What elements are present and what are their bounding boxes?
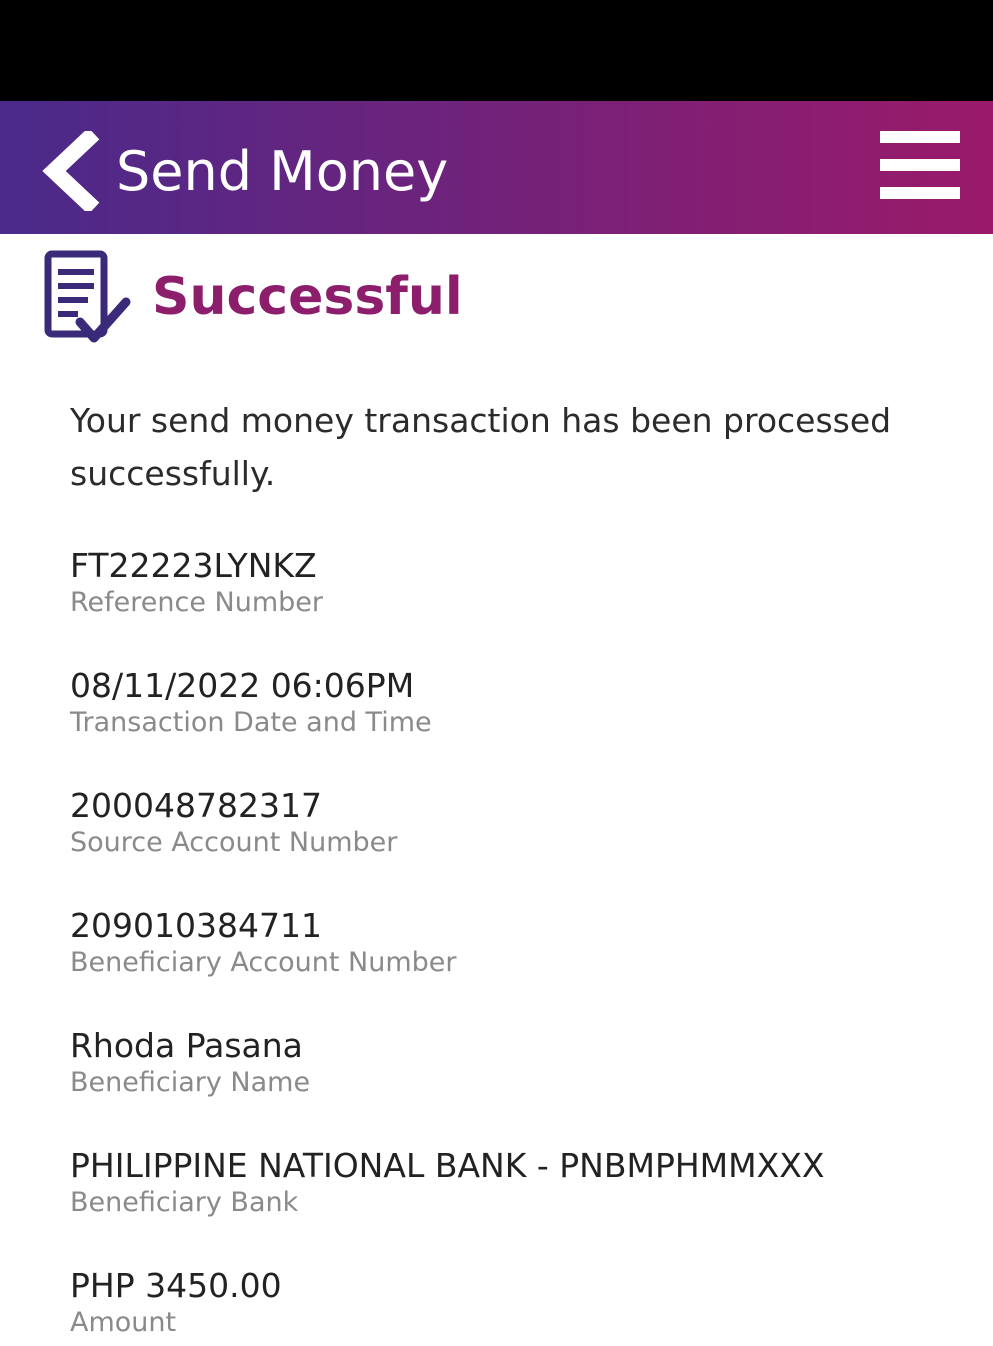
detail-label: Beneficiary Bank: [70, 1187, 299, 1218]
back-button[interactable]: [36, 127, 102, 215]
detail-beneficiary-bank: PHILIPPINE NATIONAL BANK - PNBMPHMMXXX B…: [70, 1146, 950, 1220]
menu-button[interactable]: [872, 127, 968, 205]
page-title: Send Money: [116, 140, 449, 203]
detail-amount: PHP 3450.00 Amount: [70, 1266, 950, 1340]
detail-value: FT22223LYNKZ: [70, 546, 317, 585]
chevron-left-icon: [42, 127, 100, 215]
detail-label: Transaction Date and Time: [70, 707, 432, 738]
detail-label: Source Account Number: [70, 827, 398, 858]
detail-value: Rhoda Pasana: [70, 1026, 303, 1065]
detail-label: Amount: [70, 1307, 177, 1338]
detail-value: 209010384711: [70, 906, 322, 945]
detail-transaction-date: 08/11/2022 06:06PM Transaction Date and …: [70, 666, 950, 740]
status-message: Your send money transaction has been pro…: [70, 401, 892, 493]
detail-beneficiary-account: 209010384711 Beneficiary Account Number: [70, 906, 950, 980]
status-bar: [0, 0, 993, 101]
detail-value: 08/11/2022 06:06PM: [70, 666, 415, 705]
detail-value: PHILIPPINE NATIONAL BANK - PNBMPHMMXXX: [70, 1146, 825, 1185]
detail-beneficiary-name: Rhoda Pasana Beneficiary Name: [70, 1026, 950, 1100]
detail-label: Reference Number: [70, 587, 324, 618]
detail-reference-number: FT22223LYNKZ Reference Number: [70, 546, 950, 620]
detail-source-account: 200048782317 Source Account Number: [70, 786, 950, 860]
document-check-icon: [42, 250, 134, 350]
detail-value: PHP 3450.00: [70, 1266, 282, 1305]
detail-label: Beneficiary Account Number: [70, 947, 457, 978]
detail-value: 200048782317: [70, 786, 322, 825]
detail-label: Beneficiary Name: [70, 1067, 311, 1098]
app-header: Send Money: [0, 101, 993, 234]
status-title: Successful: [152, 267, 463, 327]
